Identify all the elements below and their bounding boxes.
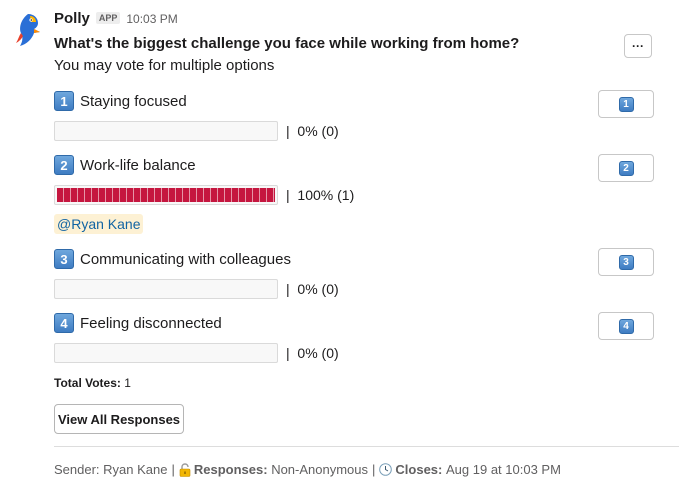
- result-value: 0% (0): [297, 345, 339, 361]
- total-votes-value: 1: [124, 376, 131, 390]
- result-value: 0% (0): [297, 281, 339, 297]
- vote-button-4[interactable]: 4: [598, 312, 654, 340]
- vote-button-1[interactable]: 1: [598, 90, 654, 118]
- keycap-three-icon: 3: [54, 249, 74, 269]
- option-label-row: 3 Communicating with colleagues: [54, 248, 664, 270]
- closes-label: Closes:: [395, 462, 443, 477]
- poll-footer: Sender: Ryan Kane | Responses: Non-Anony…: [54, 462, 561, 477]
- option-result-row: | 0% (0): [54, 342, 664, 364]
- option-label-row: 1 Staying focused: [54, 90, 664, 112]
- polly-avatar-icon[interactable]: [12, 12, 42, 48]
- clock-icon: [379, 463, 393, 476]
- voter-mention[interactable]: @Ryan Kane: [54, 214, 144, 234]
- lock-icon: [179, 462, 191, 477]
- poll-option-2: 2 Work-life balance | 100% (1) 2: [54, 154, 664, 206]
- result-text: | 0% (0): [286, 123, 339, 139]
- result-text: | 0% (0): [286, 345, 339, 361]
- result-text: | 0% (0): [286, 281, 339, 297]
- result-bar: [54, 121, 278, 141]
- app-badge: APP: [95, 12, 121, 24]
- poll-message: Polly APP 10:03 PM What's the biggest ch…: [0, 0, 679, 495]
- vote-button-2[interactable]: 2: [598, 154, 654, 182]
- result-value: 0% (0): [297, 123, 339, 139]
- option-label: Staying focused: [80, 92, 187, 110]
- more-actions-button[interactable]: ···: [624, 34, 652, 58]
- result-text: | 100% (1): [286, 187, 355, 203]
- result-bar: [54, 343, 278, 363]
- option-result-row: | 0% (0): [54, 120, 664, 142]
- message-header: Polly APP 10:03 PM: [54, 10, 664, 32]
- responses-value: Non-Anonymous: [271, 462, 369, 477]
- message-content: Polly APP 10:03 PM What's the biggest ch…: [54, 10, 664, 76]
- option-result-row: | 0% (0): [54, 278, 664, 300]
- vote-button-3[interactable]: 3: [598, 248, 654, 276]
- option-label-row: 2 Work-life balance: [54, 154, 664, 176]
- poll-option-4: 4 Feeling disconnected | 0% (0) 4: [54, 312, 664, 364]
- sender-name[interactable]: Polly: [54, 10, 90, 27]
- keycap-one-icon: 1: [618, 96, 634, 112]
- more-icon: ···: [632, 39, 644, 53]
- keycap-one-icon: 1: [54, 91, 74, 111]
- option-label: Feeling disconnected: [80, 314, 222, 332]
- view-all-responses-button[interactable]: View All Responses: [54, 404, 184, 434]
- poll-option-1: 1 Staying focused | 0% (0) 1: [54, 90, 664, 142]
- keycap-four-icon: 4: [618, 318, 634, 334]
- keycap-two-icon: 2: [54, 155, 74, 175]
- total-votes-label: Total Votes:: [54, 376, 121, 390]
- separator: |: [372, 462, 376, 477]
- keycap-three-icon: 3: [618, 254, 634, 270]
- poll-option-3: 3 Communicating with colleagues | 0% (0)…: [54, 248, 664, 300]
- option-label: Work-life balance: [80, 156, 196, 174]
- timestamp[interactable]: 10:03 PM: [126, 12, 177, 26]
- total-votes: Total Votes: 1: [54, 376, 131, 390]
- option-label-row: 4 Feeling disconnected: [54, 312, 664, 334]
- result-bar-fill: [57, 188, 275, 202]
- keycap-four-icon: 4: [54, 313, 74, 333]
- responses-label: Responses:: [193, 462, 268, 477]
- keycap-two-icon: 2: [618, 160, 634, 176]
- result-bar: [54, 185, 278, 205]
- poll-question: What's the biggest challenge you face wh…: [54, 35, 520, 52]
- footer-sender: Sender: Ryan Kane: [54, 462, 168, 477]
- result-value: 100% (1): [297, 187, 355, 203]
- closes-value: Aug 19 at 10:03 PM: [446, 462, 561, 477]
- result-bar: [54, 279, 278, 299]
- option-result-row: | 100% (1): [54, 184, 664, 206]
- separator: |: [171, 462, 175, 477]
- option-label: Communicating with colleagues: [80, 250, 291, 268]
- footer-divider: [54, 446, 679, 447]
- poll-subtitle: You may vote for multiple options: [54, 57, 275, 74]
